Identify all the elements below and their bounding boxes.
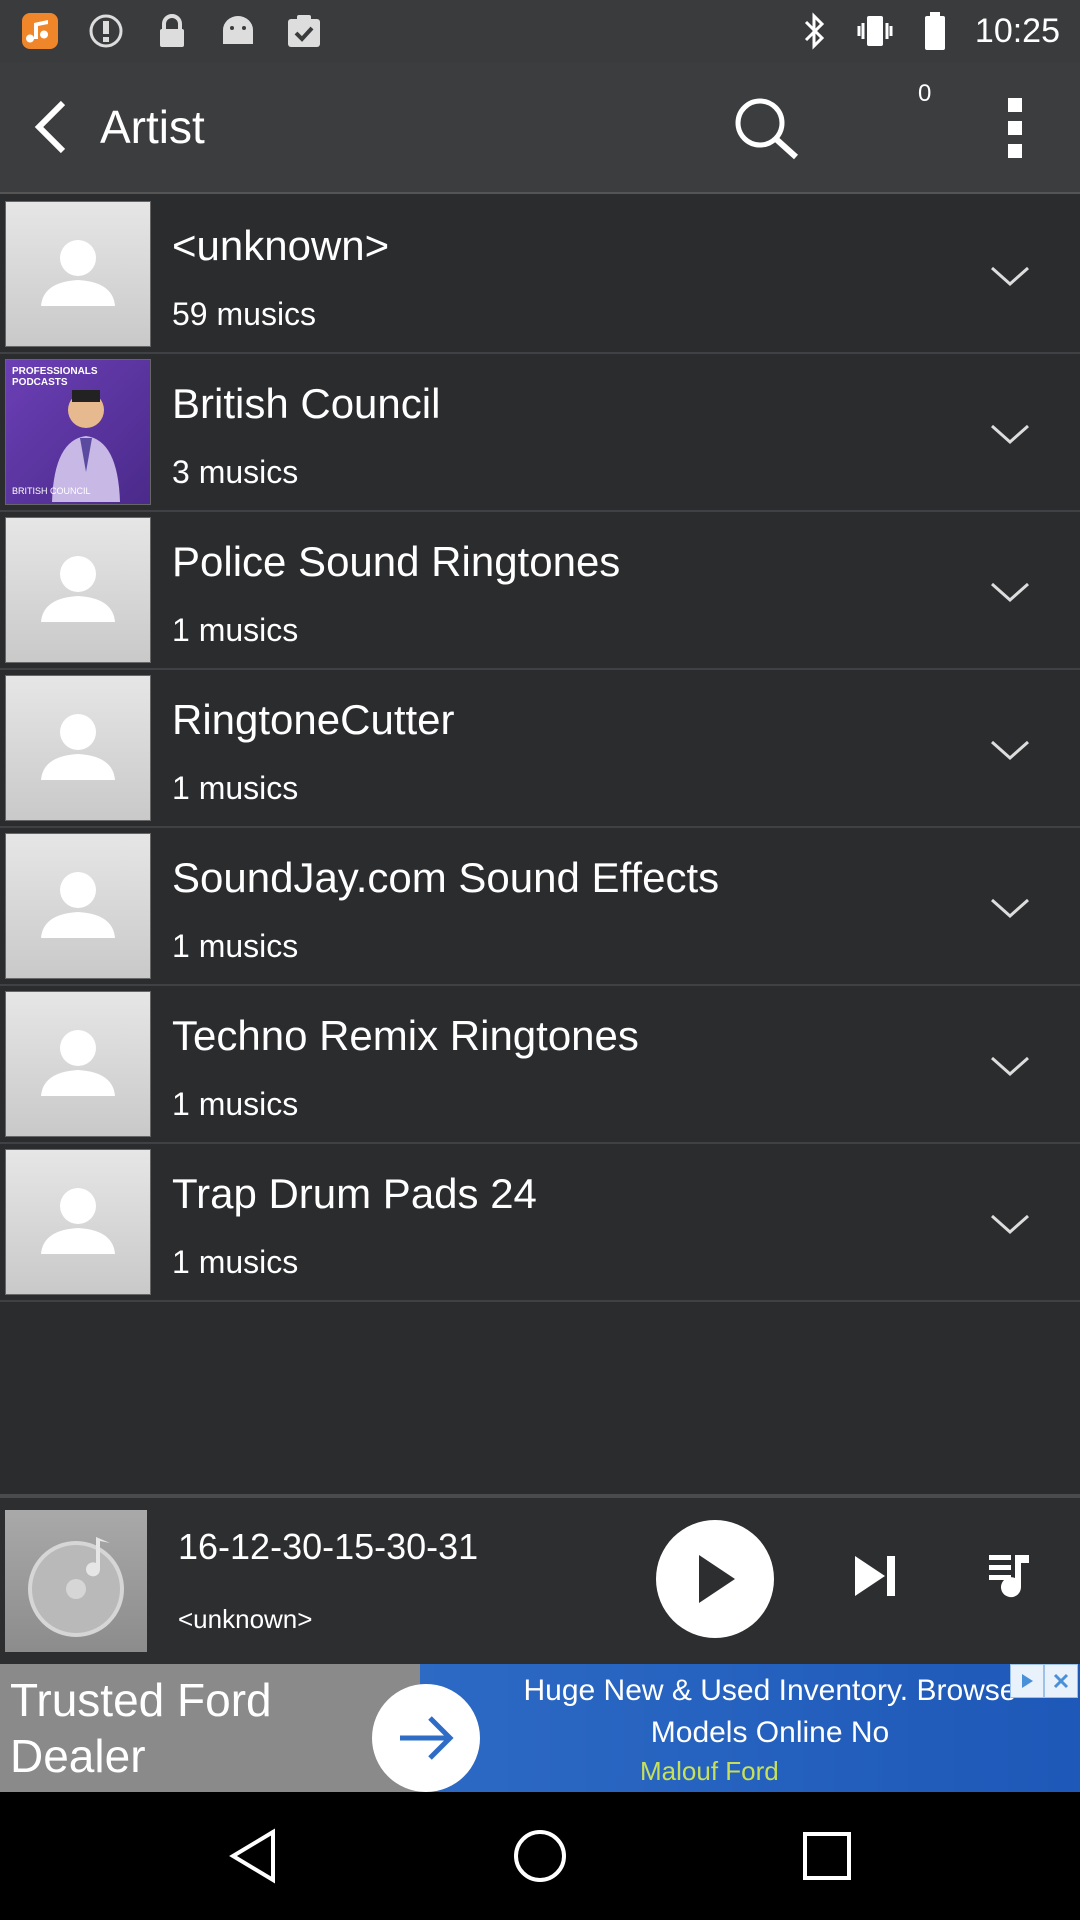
artist-list-item[interactable]: Trap Drum Pads 24 1 musics (0, 1144, 1080, 1302)
artist-list-item[interactable]: RingtoneCutter 1 musics (0, 670, 1080, 828)
battery-icon (915, 11, 955, 51)
artist-name: British Council (172, 380, 441, 427)
nav-recents-button[interactable] (787, 1816, 867, 1896)
chevron-down-icon (991, 266, 1029, 287)
search-icon (735, 98, 799, 160)
expand-button[interactable] (980, 720, 1040, 780)
artist-name: Trap Drum Pads 24 (172, 1170, 537, 1217)
nav-back-button[interactable] (213, 1816, 293, 1896)
person-icon (41, 714, 115, 780)
system-navigation-bar (0, 1792, 1080, 1920)
queue-music-icon (989, 1555, 1029, 1598)
artist-track-count: 1 musics (172, 1086, 299, 1122)
chevron-down-icon (991, 582, 1029, 603)
album-art[interactable] (5, 1510, 147, 1652)
artist-list-item[interactable]: Police Sound Ringtones 1 musics (0, 512, 1080, 670)
ad-headline[interactable]: Trusted Ford Dealer (10, 1672, 410, 1784)
expand-button[interactable] (980, 1194, 1040, 1254)
artist-name: RingtoneCutter (172, 696, 455, 743)
play-icon (699, 1555, 735, 1603)
vibrate-icon (855, 11, 895, 51)
artist-list: <unknown> 59 musics PROFESSIONALS PODCAS… (0, 196, 1080, 1302)
circle-home-icon (513, 1830, 566, 1882)
back-arrow-icon (34, 100, 66, 154)
skip-next-icon (855, 1556, 895, 1596)
back-button[interactable] (6, 61, 96, 193)
artist-list-item[interactable]: PROFESSIONALS PODCASTS BRITISH COUNCIL B… (0, 354, 1080, 512)
expand-button[interactable] (980, 1036, 1040, 1096)
artist-avatar-placeholder (5, 1149, 151, 1295)
artist-avatar-placeholder (5, 675, 151, 821)
artist-photo: PROFESSIONALS PODCASTS BRITISH COUNCIL (5, 359, 151, 505)
next-track-button[interactable] (850, 1550, 902, 1602)
artist-list-item[interactable]: SoundJay.com Sound Effects 1 musics (0, 828, 1080, 986)
alert-icon (86, 11, 126, 51)
artist-list-item[interactable]: Techno Remix Ringtones 1 musics (0, 986, 1080, 1144)
person-icon (41, 240, 115, 306)
ad-choices[interactable] (1010, 1664, 1080, 1698)
artist-name: <unknown> (172, 222, 390, 269)
ad-brand[interactable]: Malouf Ford (640, 1756, 779, 1787)
ad-open-button[interactable] (372, 1684, 480, 1792)
arrow-right-icon (400, 1716, 454, 1760)
artist-avatar-placeholder (5, 517, 151, 663)
person-photo-icon (52, 390, 120, 502)
bluetooth-icon (795, 11, 835, 51)
artist-name: SoundJay.com Sound Effects (172, 854, 720, 901)
expand-button[interactable] (980, 404, 1040, 464)
now-playing-artist: <unknown> (178, 1604, 313, 1634)
thumbnail-brand: BRITISH COUNCIL (12, 486, 91, 496)
chevron-down-icon (991, 740, 1029, 761)
status-left-icons (20, 11, 324, 51)
chevron-down-icon (991, 1056, 1029, 1077)
more-vert-icon (1008, 98, 1022, 158)
music-app-icon (20, 11, 60, 51)
artist-track-count: 1 musics (172, 1244, 299, 1280)
playlist-button[interactable] (985, 1550, 1037, 1602)
person-icon (41, 1030, 115, 1096)
triangle-back-icon (229, 1828, 276, 1884)
adchoices-icon[interactable] (1010, 1664, 1044, 1698)
android-icon (218, 11, 258, 51)
chevron-down-icon (991, 424, 1029, 445)
person-icon (41, 1188, 115, 1254)
artist-track-count: 59 musics (172, 296, 317, 332)
clock: 10:25 (974, 11, 1060, 50)
queue-count: 0 (918, 80, 932, 107)
expand-button[interactable] (980, 246, 1040, 306)
expand-button[interactable] (980, 562, 1040, 622)
ad-body-text[interactable]: Huge New & Used Inventory. Browse Models… (490, 1670, 1050, 1754)
more-options-button[interactable] (990, 90, 1040, 166)
app-toolbar: Artist 0 (0, 62, 1080, 194)
search-button[interactable] (720, 92, 810, 164)
artist-track-count: 1 musics (172, 612, 299, 648)
artist-name: Techno Remix Ringtones (172, 1012, 639, 1059)
page-title: Artist (100, 101, 205, 153)
person-icon (41, 556, 115, 622)
ad-close-icon[interactable] (1044, 1664, 1078, 1698)
chevron-down-icon (991, 898, 1029, 919)
status-bar: 10:25 (0, 0, 1080, 62)
nav-home-button[interactable] (500, 1816, 580, 1896)
now-playing-title: 16-12-30-15-30-31 (178, 1526, 479, 1567)
person-icon (41, 872, 115, 938)
lock-icon (152, 11, 192, 51)
status-right-icons: 10:25 (795, 11, 1060, 51)
artist-avatar-placeholder (5, 201, 151, 347)
square-recents-icon (802, 1832, 851, 1880)
artist-avatar-placeholder (5, 833, 151, 979)
artist-track-count: 1 musics (172, 928, 299, 964)
now-playing-bar[interactable]: 16-12-30-15-30-31 <unknown> (0, 1494, 1080, 1664)
artist-track-count: 1 musics (172, 770, 299, 806)
artist-list-item[interactable]: <unknown> 59 musics (0, 196, 1080, 354)
music-disc-icon (28, 1537, 124, 1637)
artist-name: Police Sound Ringtones (172, 538, 621, 585)
clipboard-check-icon (284, 11, 324, 51)
artist-track-count: 3 musics (172, 454, 299, 490)
artist-avatar-placeholder (5, 991, 151, 1137)
chevron-down-icon (991, 1214, 1029, 1235)
ad-banner[interactable]: Trusted Ford Dealer Huge New & Used Inve… (0, 1664, 1080, 1792)
play-button[interactable] (656, 1520, 774, 1638)
expand-button[interactable] (980, 878, 1040, 938)
